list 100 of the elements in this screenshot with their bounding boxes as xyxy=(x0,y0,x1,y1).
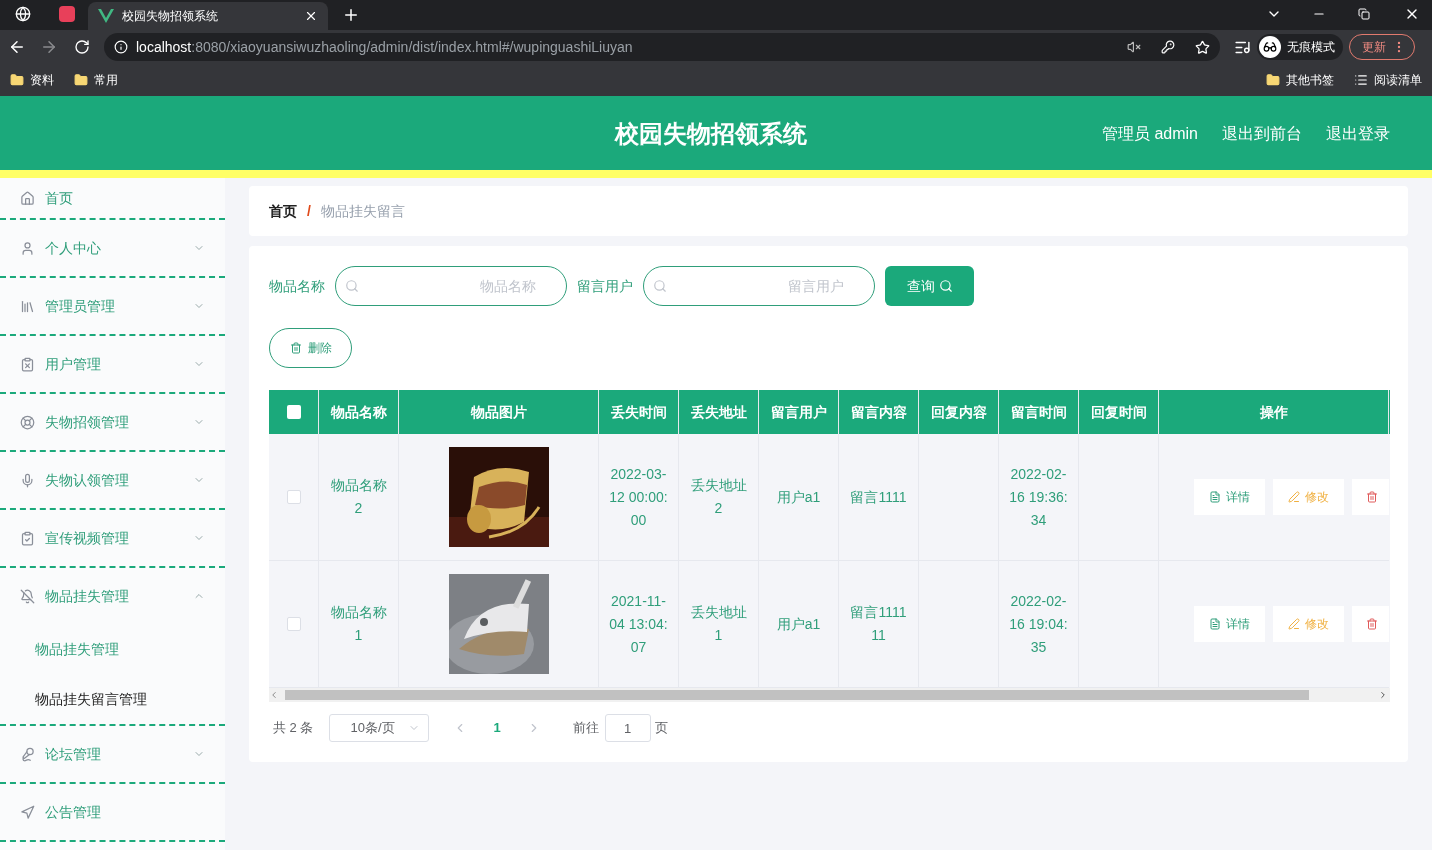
header-link[interactable]: 退出到前台 xyxy=(1222,122,1302,146)
microphone-icon xyxy=(20,472,35,488)
query-button[interactable]: 查询 xyxy=(885,266,974,306)
pencil-icon xyxy=(1288,491,1300,503)
edit-button[interactable]: 修改 xyxy=(1273,606,1344,642)
column-header: 回复内容 xyxy=(919,390,999,434)
total-count: 共 2 条 xyxy=(273,719,314,738)
bell-off-icon xyxy=(20,588,35,604)
bookmark-item[interactable]: 其他书签 xyxy=(1266,71,1334,89)
lifebuoy-icon xyxy=(20,414,35,430)
address-field[interactable]: localhost:8080/xiaoyuansiwuzhaoling/admin/dist/index.html#/wupinguashiLiuyan xyxy=(104,33,1220,61)
browser-tab[interactable]: 校园失物招领系统 xyxy=(88,2,328,30)
folder-icon xyxy=(74,73,88,87)
column-header: 留言内容 xyxy=(839,390,919,434)
menu-item[interactable]: 用户管理 xyxy=(0,336,225,392)
page-input[interactable]: 1 xyxy=(604,714,651,742)
key-icon[interactable] xyxy=(1161,40,1175,54)
search-icon xyxy=(345,279,359,293)
breadcrumb-current: 物品挂失留言 xyxy=(320,201,405,221)
app-icon[interactable] xyxy=(59,6,75,22)
table-cell: 2022-03-12 00:00:00 xyxy=(599,434,679,561)
new-tab-icon[interactable] xyxy=(342,6,360,24)
list-icon xyxy=(1354,73,1368,87)
microphone-icon xyxy=(20,746,35,762)
search-field[interactable]: 物品名称 xyxy=(335,266,567,306)
globe-icon[interactable] xyxy=(15,6,31,22)
books-icon xyxy=(20,298,35,314)
table-cell: 用户a1 xyxy=(759,434,839,561)
breadcrumb-separator: / xyxy=(307,201,311,221)
goto-suffix: 页 xyxy=(654,719,668,738)
menu-item[interactable]: 失物招领管理 xyxy=(0,394,225,450)
profile-button[interactable]: 无痕模式 xyxy=(1257,34,1343,60)
column-header: 留言用户 xyxy=(759,390,839,434)
send-icon xyxy=(20,804,35,820)
menu-item[interactable]: 首页 xyxy=(0,178,225,218)
header-link[interactable]: 管理员 admin xyxy=(1101,122,1198,146)
submenu-item[interactable]: 物品挂失管理 xyxy=(0,624,225,674)
column-header: 物品图片 xyxy=(399,390,599,434)
page-number[interactable]: 1 xyxy=(493,718,501,738)
tab-title: 校园失物招领系统 xyxy=(122,8,219,25)
field-label: 物品名称 xyxy=(269,276,325,296)
forward-icon[interactable] xyxy=(40,38,58,56)
user-icon xyxy=(20,240,35,256)
submenu-item[interactable]: 物品挂失留言管理 xyxy=(0,674,225,724)
header-link[interactable]: 退出登录 xyxy=(1326,122,1390,146)
v-logo-icon xyxy=(98,9,114,23)
restore-icon[interactable] xyxy=(1358,8,1370,20)
checkbox[interactable] xyxy=(286,617,301,631)
close-icon[interactable] xyxy=(304,9,318,23)
goto-label: 前往 xyxy=(572,719,599,738)
column-header: 回复时间 xyxy=(1079,390,1159,434)
muted-icon[interactable] xyxy=(1127,40,1141,54)
edit-button[interactable]: 修改 xyxy=(1273,479,1344,515)
table-cell: 2022-02-16 19:36:34 xyxy=(999,434,1079,561)
back-icon[interactable] xyxy=(8,38,26,56)
menu-item[interactable]: 公告管理 xyxy=(0,784,225,840)
table-cell: 留言1111 xyxy=(839,434,919,561)
app-title: 校园失物招领系统 xyxy=(615,119,807,149)
search-field[interactable]: 留言用户 xyxy=(643,266,875,306)
menu-item[interactable]: 宣传视频管理 xyxy=(0,510,225,566)
breadcrumb-link[interactable]: 首页 xyxy=(269,200,297,222)
column-header: 留言时间 xyxy=(999,390,1079,434)
menu-item[interactable]: 个人中心 xyxy=(0,220,225,276)
menu-item[interactable]: 管理员管理 xyxy=(0,278,225,334)
field-label: 留言用户 xyxy=(577,276,633,296)
checkbox[interactable] xyxy=(286,490,301,504)
folder-icon xyxy=(10,73,24,87)
star-icon[interactable] xyxy=(1195,39,1210,55)
reading-list-button[interactable]: 阅读清单 xyxy=(1354,71,1422,89)
reload-icon[interactable] xyxy=(74,39,90,55)
menu-item[interactable]: 物品挂失管理 xyxy=(0,568,225,624)
menu-item[interactable]: 论坛管理 xyxy=(0,726,225,782)
pencil-icon xyxy=(1288,618,1300,630)
table-cell: 物品名称2 xyxy=(319,434,399,561)
incognito-icon xyxy=(1263,40,1277,54)
info-icon[interactable] xyxy=(114,40,128,54)
document-icon xyxy=(1209,618,1221,630)
scroll-right-icon xyxy=(1378,690,1388,700)
scroll-left-icon xyxy=(269,690,279,700)
menu-item[interactable]: 失物认领管理 xyxy=(0,452,225,508)
search-icon xyxy=(653,279,667,293)
table-cell: 丢失地址2 xyxy=(679,434,759,561)
checkbox[interactable] xyxy=(286,405,301,419)
details-button[interactable]: 详情 xyxy=(1194,479,1265,515)
document-icon xyxy=(1209,491,1221,503)
column-header: 物品名称 xyxy=(319,390,399,434)
search-icon xyxy=(938,279,953,293)
bookmark-item[interactable]: 常用 xyxy=(74,71,118,89)
page-size-select[interactable]: 10条/页 xyxy=(329,714,430,742)
bookmark-item[interactable]: 资料 xyxy=(10,71,54,89)
home-icon xyxy=(20,190,35,206)
column-header: 操作 xyxy=(1159,390,1389,434)
column-header: 丢失时间 xyxy=(599,390,679,434)
folder-icon xyxy=(1266,73,1280,87)
trash-icon xyxy=(1366,618,1378,630)
trash-icon xyxy=(289,342,302,354)
trash-icon xyxy=(1366,491,1378,503)
clipboard-x-icon xyxy=(20,356,35,372)
horizontal-scrollbar[interactable] xyxy=(269,688,1390,702)
details-button[interactable]: 详情 xyxy=(1194,606,1265,642)
